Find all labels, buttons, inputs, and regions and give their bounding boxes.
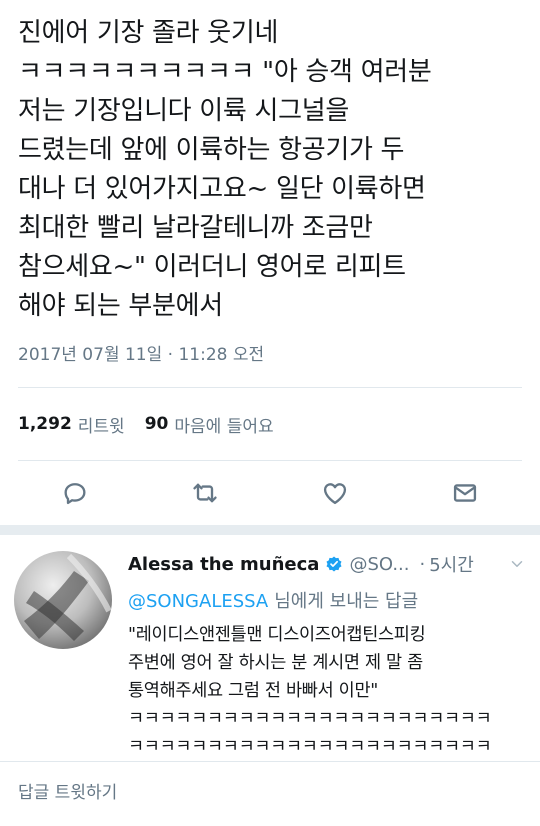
replying-to-line: @SONGALESSA 님에게 보내는 답글 (128, 587, 526, 613)
replying-to-label: 님에게 보내는 답글 (274, 591, 419, 612)
avatar[interactable] (14, 551, 112, 649)
like-icon[interactable] (320, 478, 350, 508)
action-bar (0, 461, 540, 525)
reply-tweet[interactable]: Alessa the muñeca @SO... · 5시간 @SONGALES… (0, 535, 540, 761)
verified-badge-icon (325, 555, 343, 573)
reply-body: Alessa the muñeca @SO... · 5시간 @SONGALES… (128, 551, 526, 761)
retweets-count: 1,292 (18, 414, 72, 434)
likes-label: 마음에 들어요 (174, 416, 274, 437)
tweet-stats: 1,292 리트윗 90 마음에 들어요 (0, 388, 540, 460)
reply-compose-bar[interactable]: 답글 트윗하기 (0, 761, 540, 818)
section-divider (0, 525, 540, 535)
likes-count: 90 (144, 414, 169, 434)
retweets-stat[interactable]: 1,292 리트윗 (18, 412, 125, 437)
retweet-icon[interactable] (190, 478, 220, 508)
reply-mention-link[interactable]: @SONGALESSA (128, 591, 268, 612)
chevron-down-icon[interactable] (508, 555, 526, 573)
main-tweet: 진에어 기장 졸라 웃기네 ㅋㅋㅋㅋㅋㅋㅋㅋㅋㅋ "아 승객 여러분 저는 기장… (0, 0, 540, 387)
reply-header: Alessa the muñeca @SO... · 5시간 (128, 551, 526, 577)
reply-time[interactable]: 5시간 (429, 551, 474, 577)
separator-dot: · (419, 553, 426, 575)
reply-icon[interactable] (60, 478, 90, 508)
reply-compose-placeholder[interactable]: 답글 트윗하기 (18, 778, 117, 803)
likes-stat[interactable]: 90 마음에 들어요 (145, 412, 274, 437)
reply-author-name[interactable]: Alessa the muñeca (128, 554, 319, 575)
message-icon[interactable] (450, 478, 480, 508)
tweet-text: 진에어 기장 졸라 웃기네 ㅋㅋㅋㅋㅋㅋㅋㅋㅋㅋ "아 승객 여러분 저는 기장… (18, 18, 432, 321)
tweet-timestamp[interactable]: 2017년 07월 11일 · 11:28 오전 (18, 340, 522, 365)
reply-text: "레이디스앤젠틀맨 디스이즈어캡틴스피킹 주변에 영어 잘 하시는 분 계시면 … (128, 625, 492, 757)
reply-author-handle[interactable]: @SO... (349, 554, 409, 575)
retweets-label: 리트윗 (77, 416, 125, 437)
